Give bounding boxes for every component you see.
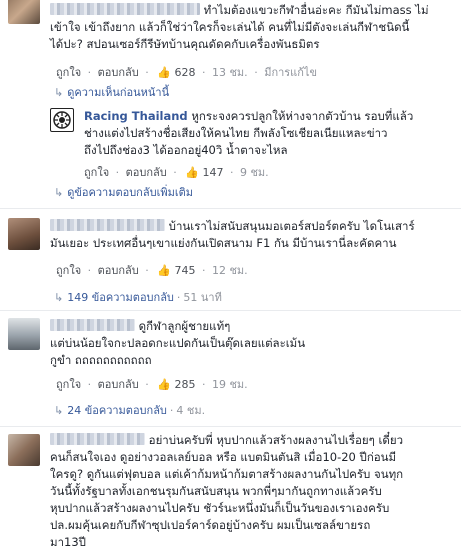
comment-text-line: แต่บ่นน้อยใจกะปลอดกะแปดกันเป็นตุ๊ดเลยแต่… <box>50 336 306 350</box>
divider <box>0 310 461 311</box>
commenter-avatar[interactable] <box>8 318 40 350</box>
comment-body: บ้านเราไม่สนับสนุนมอเตอร์สปอร์ตครับ ไดโน… <box>50 218 455 252</box>
like-link[interactable]: ถูกใจ <box>56 66 81 79</box>
reply-arrow-icon: ↳ <box>54 291 64 304</box>
edited-label[interactable]: มีการแก้ไข <box>264 66 317 79</box>
comment-text-line: อย่าบ่นครับพี่ หุบปากแล้วสร้างผลงานไปเรื… <box>148 433 404 447</box>
commenter-name[interactable] <box>50 219 165 231</box>
comment-body: อย่าบ่นครับพี่ หุบปากแล้วสร้างผลงานไปเรื… <box>50 432 455 551</box>
divider <box>0 426 461 427</box>
reply-author-name[interactable]: Racing Thailand <box>84 109 188 123</box>
like-count[interactable]: 628 <box>174 66 195 79</box>
comment-body: ดูกีฬาลูกผู้ชายแท้ๆ แต่บ่นน้อยใจกะปลอดกะ… <box>50 318 455 369</box>
comment-text-line: ทำไมต้องแขวะกีฬาอื่นอ่ะคะ กีมันไม่mass ไ… <box>203 3 429 17</box>
comment-text-line: กูขำ ถถถถถถถถถถถ <box>50 353 152 367</box>
reply-text-line: ช่างแต่งไปสร้างชื่อเสียงให้คนไทย กีพลังโ… <box>84 126 388 140</box>
reply-arrow-icon: ↳ <box>54 86 64 99</box>
comment-text-line: ได้ปะ? สปอนเซอร์กีรีษัทบ้านคุณดัดคกับเคร… <box>50 37 320 51</box>
like-count[interactable]: 745 <box>174 264 195 277</box>
view-replies-link[interactable]: ↳ 24 ข้อความตอบกลับ · 4 ชม. <box>54 404 205 418</box>
reply-arrow-icon: ↳ <box>54 186 64 199</box>
comment-text-line: ดูกีฬาลูกผู้ชายแท้ๆ <box>138 319 231 333</box>
comment-actions: ถูกใจ · ตอบกลับ · 👍 745 · 12 ชม. <box>56 264 248 277</box>
comment-text-line: วันนี้ทั้งรัฐบาลทั้งเอกชนรุมกันสนับสนุน … <box>50 484 382 498</box>
thumbs-up-icon: 👍 <box>157 264 171 277</box>
commenter-name[interactable] <box>50 3 200 15</box>
comment-actions: ถูกใจ · ตอบกลับ · 👍 285 · 19 ชม. <box>56 378 248 391</box>
reply-link[interactable]: ตอบกลับ <box>98 378 139 391</box>
reply-text-line: ถึงไปถึงช่อง3 ได้ออกอยู่40วิ น้ำตาจะไหล <box>84 143 288 157</box>
reply-arrow-icon: ↳ <box>54 404 64 417</box>
reply-time: 4 ชม. <box>176 404 206 417</box>
commenter-name[interactable] <box>50 433 145 445</box>
timestamp[interactable]: 19 ชม. <box>212 378 248 391</box>
timestamp[interactable]: 12 ชม. <box>212 264 248 277</box>
like-count[interactable]: 285 <box>174 378 195 391</box>
reply-count[interactable]: 24 ข้อความตอบกลับ <box>67 404 167 417</box>
commenter-avatar[interactable] <box>8 0 40 24</box>
comment-text-line: บ้านเราไม่สนับสนุนมอเตอร์สปอร์ตครับ ไดโน… <box>168 219 415 233</box>
commenter-avatar[interactable] <box>8 218 40 250</box>
like-link[interactable]: ถูกใจ <box>56 378 81 391</box>
reply-time: 51 นาที <box>183 291 222 304</box>
reply-link[interactable]: ตอบกลับ <box>98 66 139 79</box>
comment-actions: ถูกใจ · ตอบกลับ · 👍 628 · 13 ชม. · มีการ… <box>56 66 317 79</box>
reply-text-line: หูกระจงควรปลูกให้ห่างจากตัวบ้าน รอบที่แล… <box>191 109 414 123</box>
racing-thailand-avatar[interactable] <box>50 108 74 132</box>
reply-link[interactable]: ตอบกลับ <box>98 264 139 277</box>
comment-text-line: ปล.ผมคุ้นเคยกับกีฬาซุปเปอร์คาร์ดอยู่บ้าง… <box>50 518 371 532</box>
reply-count[interactable]: 149 ข้อความตอบกลับ <box>67 291 174 304</box>
like-link[interactable]: ถูกใจ <box>84 166 109 179</box>
thumbs-up-icon: 👍 <box>157 66 171 79</box>
comment-text-line: มันเยอะ ประเทศอื่นๆเขาแย่งกันเปิดสนาม F1… <box>50 236 397 250</box>
reply-actions: ถูกใจ · ตอบกลับ · 👍 147 · 9 ชม. <box>84 166 269 179</box>
reply-link[interactable]: ตอบกลับ <box>126 166 167 179</box>
thumbs-up-icon: 👍 <box>185 166 199 179</box>
comment-text-line: มา13ปี <box>50 535 86 549</box>
commenter-name[interactable] <box>50 319 135 331</box>
comment-text-line: หุบปากแล้วสร้างผลงานไปครับ ชัวร์นะหนึ่งม… <box>50 501 390 515</box>
racing-logo-icon <box>53 111 71 129</box>
reply-body: Racing Thailand หูกระจงควรปลูกให้ห่างจาก… <box>84 108 456 159</box>
divider <box>0 208 461 209</box>
like-link[interactable]: ถูกใจ <box>56 264 81 277</box>
comment-text-line: ใครดู? ดูกันแต่ฟุตบอล แต่เค้าก้มหน้าก้มต… <box>50 467 404 481</box>
comment-text-line: คนก็สนใจเอง ดูอย่างวอลเลย์บอล หรือ แบตมิ… <box>50 450 397 464</box>
comment-body: ทำไมต้องแขวะกีฬาอื่นอ่ะคะ กีมันไม่mass ไ… <box>50 2 455 53</box>
timestamp[interactable]: 13 ชม. <box>212 66 248 79</box>
comment-text-line: เข้าใจ เข้าถึงยาก แล้วก็ใช่ว่าใครก็จะเล่… <box>50 20 410 34</box>
view-previous-replies[interactable]: ↳ ดูความเห็นก่อนหน้านี้ <box>54 86 169 100</box>
view-replies-link[interactable]: ↳ 149 ข้อความตอบกลับ · 51 นาที <box>54 291 222 305</box>
thumbs-up-icon: 👍 <box>157 378 171 391</box>
like-count[interactable]: 147 <box>202 166 223 179</box>
timestamp[interactable]: 9 ชม. <box>240 166 269 179</box>
view-more-replies[interactable]: ↳ ดูข้อความตอบกลับเพิ่มเติม <box>54 186 193 200</box>
commenter-avatar[interactable] <box>8 434 40 466</box>
